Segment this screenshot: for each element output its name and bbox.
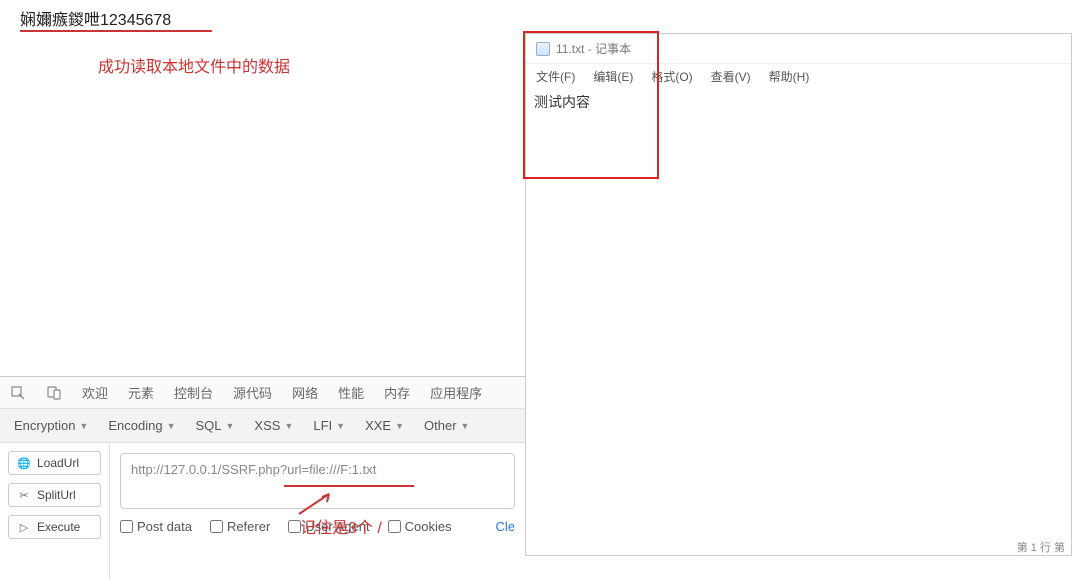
notepad-menubar[interactable]: 文件(F) 编辑(E) 格式(O) 查看(V) 帮助(H): [526, 64, 1071, 88]
menu-file[interactable]: 文件(F): [536, 68, 575, 85]
dd-encryption[interactable]: Encryption▼: [14, 418, 88, 433]
tab-welcome[interactable]: 欢迎: [82, 383, 108, 402]
play-icon: ▷: [17, 520, 31, 534]
menu-edit[interactable]: 编辑(E): [593, 68, 633, 85]
tab-network[interactable]: 网络: [292, 383, 318, 402]
notepad-titlebar: 11.txt - 记事本: [526, 34, 1071, 64]
dd-xxe[interactable]: XXE▼: [365, 418, 404, 433]
globe-icon: 🌐: [17, 456, 31, 470]
dd-other[interactable]: Other▼: [424, 418, 469, 433]
loadurl-button[interactable]: 🌐 LoadUrl: [8, 451, 101, 475]
underline-url: [284, 485, 414, 487]
clear-button[interactable]: Cle: [495, 519, 515, 534]
notepad-content[interactable]: 测试内容: [526, 88, 1071, 116]
opt-cookies[interactable]: Cookies: [388, 519, 452, 534]
notepad-statusbar: 第 1 行 第: [1017, 539, 1065, 555]
devtools-panel: 欢迎 元素 控制台 源代码 网络 性能 内存 应用程序 Encryption▼ …: [0, 376, 525, 580]
menu-view[interactable]: 查看(V): [711, 68, 751, 85]
hackbar-toolbar: Encryption▼ Encoding▼ SQL▼ XSS▼ LFI▼ XXE…: [0, 409, 525, 443]
annotation-success: 成功读取本地文件中的数据: [98, 53, 290, 77]
lbl-cookies: Cookies: [405, 519, 452, 534]
tab-application[interactable]: 应用程序: [430, 383, 482, 402]
tab-sources[interactable]: 源代码: [233, 383, 272, 402]
execute-label: Execute: [37, 520, 80, 534]
loadurl-label: LoadUrl: [37, 456, 79, 470]
dd-sql[interactable]: SQL▼: [195, 418, 234, 433]
opt-postdata[interactable]: Post data: [120, 519, 192, 534]
device-icon[interactable]: [46, 385, 62, 401]
hackbar-body: 🌐 LoadUrl ✂ SplitUrl ▷ Execute Post data…: [0, 443, 525, 580]
chk-postdata[interactable]: [120, 520, 133, 533]
notepad-window: 11.txt - 记事本 文件(F) 编辑(E) 格式(O) 查看(V) 帮助(…: [525, 33, 1072, 556]
dd-xss[interactable]: XSS▼: [254, 418, 293, 433]
lbl-referer: Referer: [227, 519, 270, 534]
chk-referer[interactable]: [210, 520, 223, 533]
inspect-icon[interactable]: [10, 385, 26, 401]
hackbar-sidebar: 🌐 LoadUrl ✂ SplitUrl ▷ Execute: [0, 443, 110, 580]
page-output-text: 娴嬭瘯鍐呭12345678: [20, 6, 171, 30]
chk-cookies[interactable]: [388, 520, 401, 533]
dd-encoding[interactable]: Encoding▼: [108, 418, 175, 433]
lbl-postdata: Post data: [137, 519, 192, 534]
execute-button[interactable]: ▷ Execute: [8, 515, 101, 539]
tab-console[interactable]: 控制台: [174, 383, 213, 402]
opt-referer[interactable]: Referer: [210, 519, 270, 534]
menu-help[interactable]: 帮助(H): [769, 68, 810, 85]
tab-performance[interactable]: 性能: [338, 383, 364, 402]
scissors-icon: ✂: [17, 488, 31, 502]
notepad-title-text: 11.txt - 记事本: [556, 40, 631, 57]
tab-memory[interactable]: 内存: [384, 383, 410, 402]
dd-lfi[interactable]: LFI▼: [313, 418, 345, 433]
underline-output: [20, 30, 212, 32]
annotation-slashes: 记住是3个 /: [300, 514, 382, 538]
tab-elements[interactable]: 元素: [128, 383, 154, 402]
spliturl-label: SplitUrl: [37, 488, 76, 502]
spliturl-button[interactable]: ✂ SplitUrl: [8, 483, 101, 507]
menu-format[interactable]: 格式(O): [651, 68, 692, 85]
devtools-tabs: 欢迎 元素 控制台 源代码 网络 性能 内存 应用程序: [0, 377, 525, 409]
file-icon: [536, 42, 550, 56]
